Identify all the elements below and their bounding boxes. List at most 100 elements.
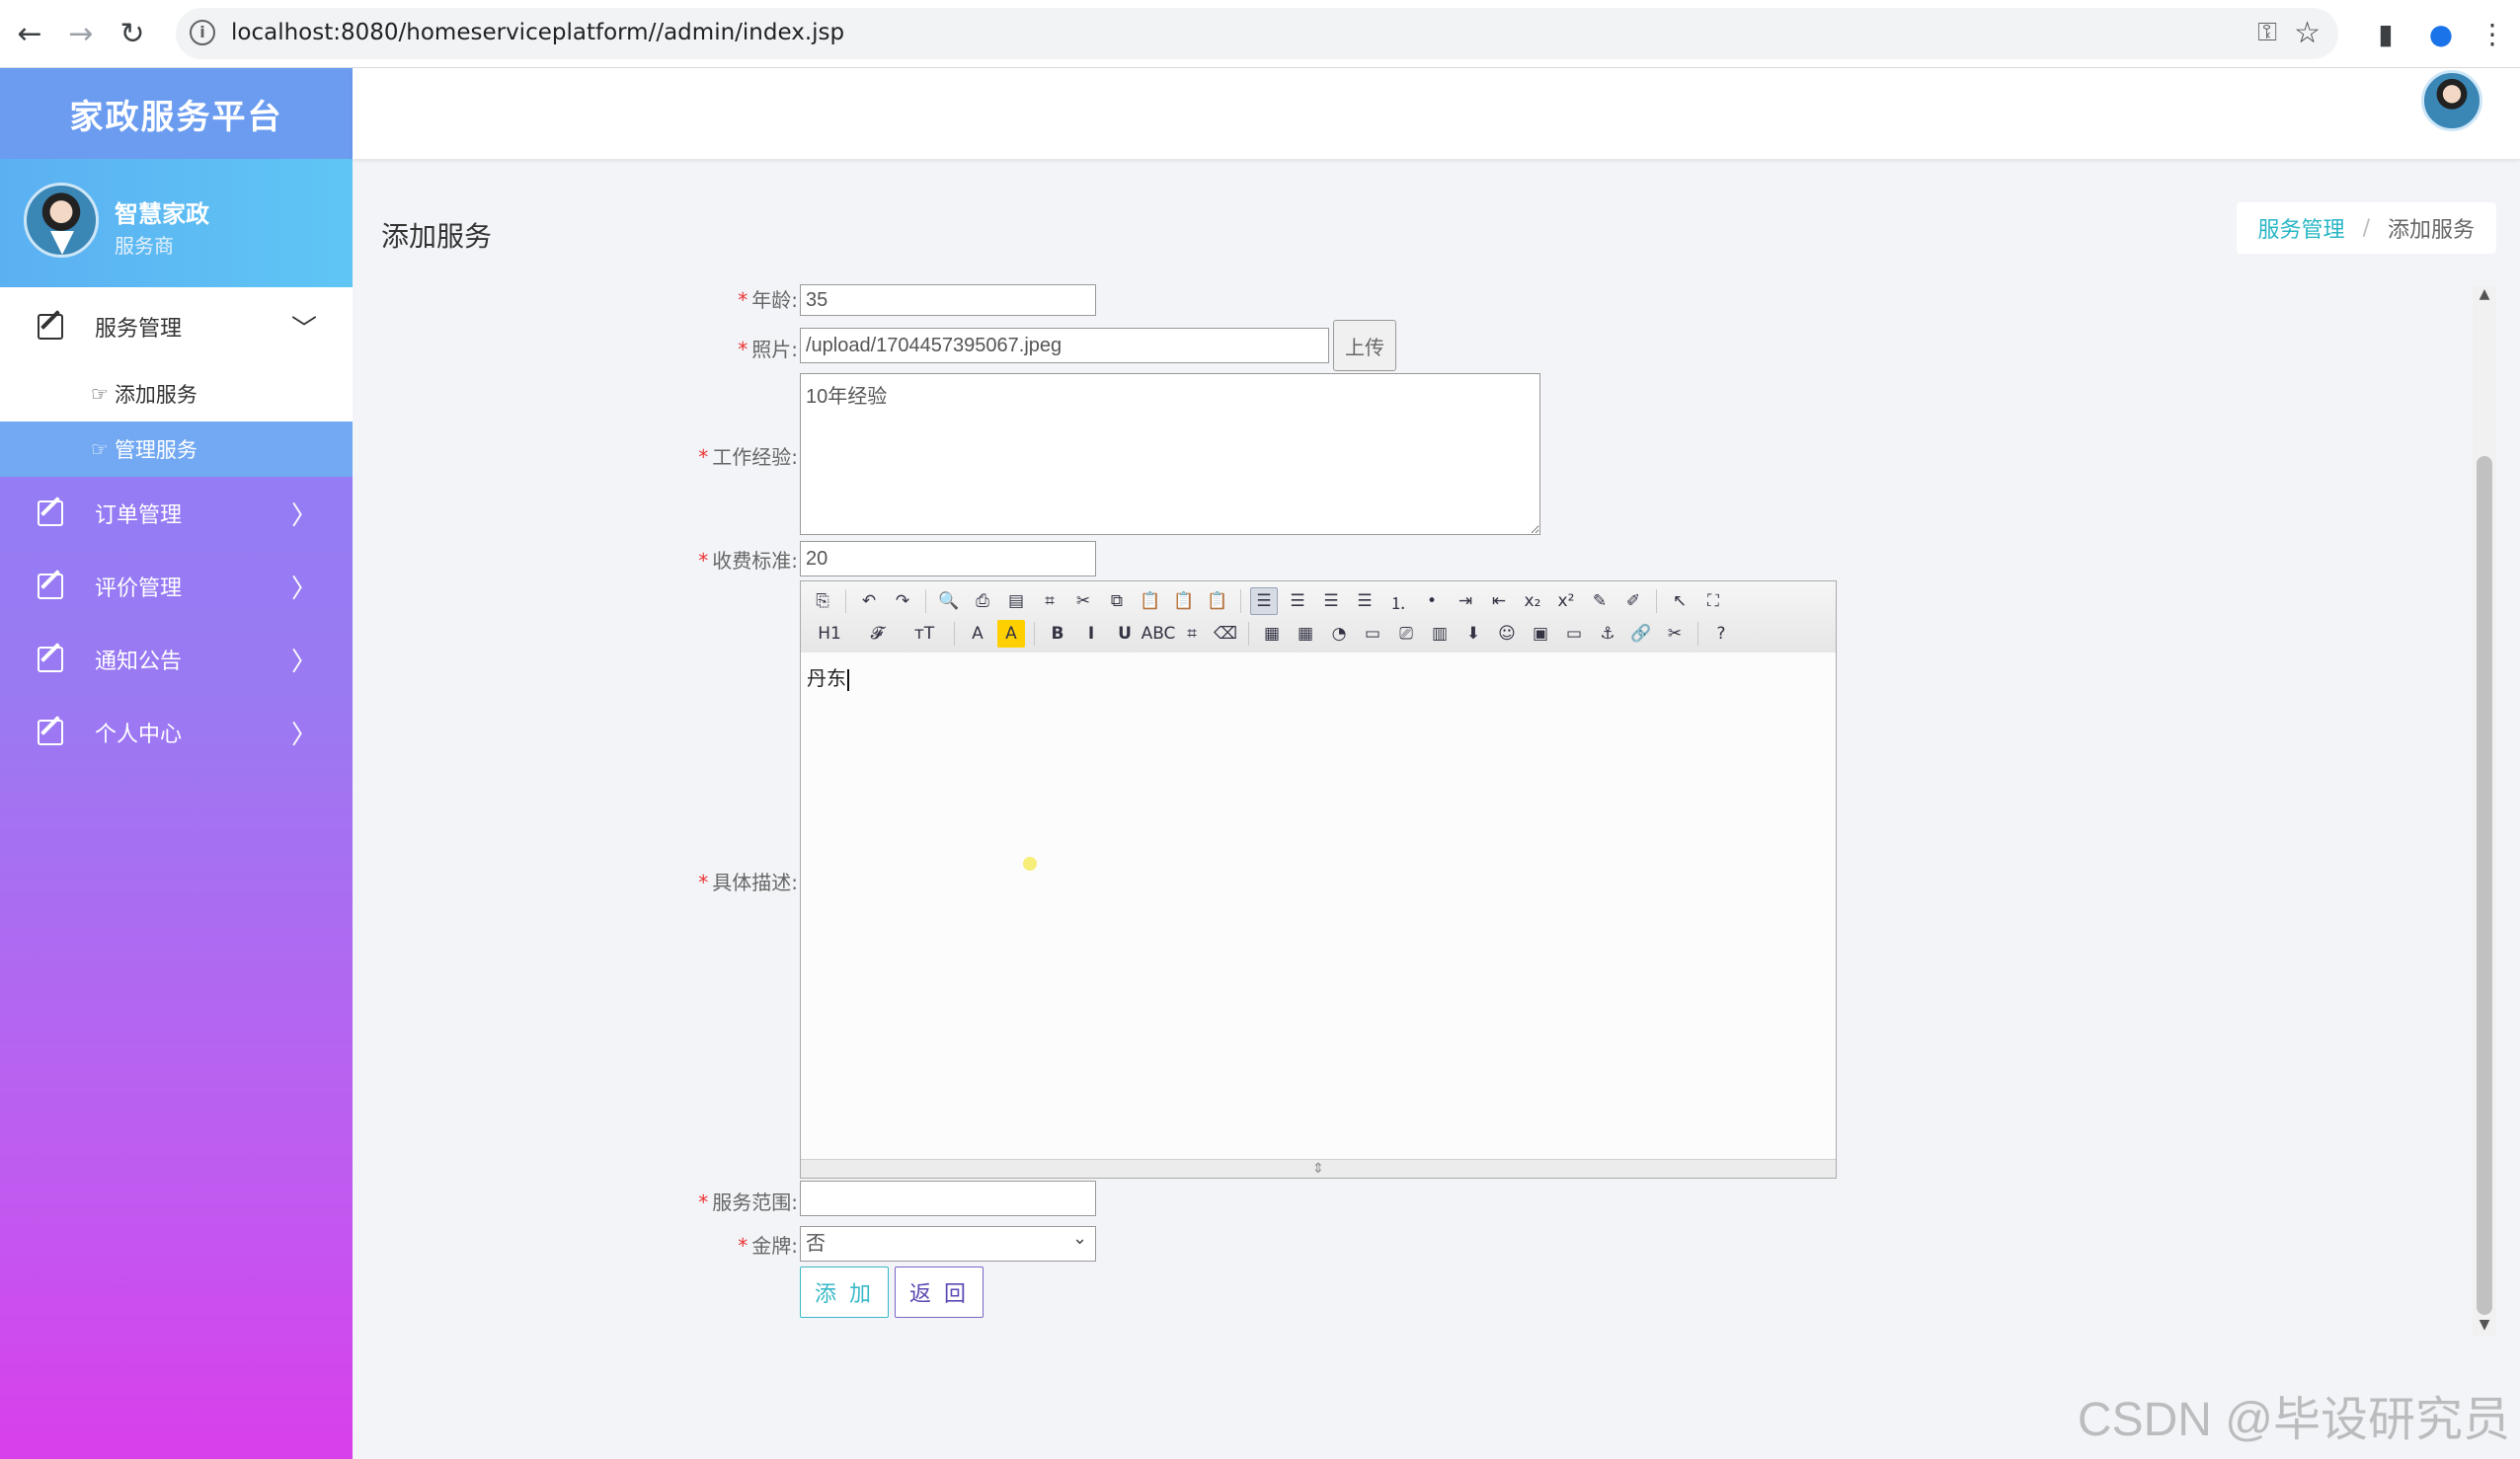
chevron-right-icon: 〉 bbox=[290, 720, 317, 750]
editor-tool-icon[interactable]: ☺ bbox=[1493, 620, 1521, 648]
sidebar-subitem-label: 管理服务 bbox=[114, 438, 197, 462]
sidebar-item-notices[interactable]: 通知公告 〉 bbox=[0, 623, 353, 696]
sidebar-subitem-manage-service[interactable]: ☞ 管理服务 bbox=[0, 422, 353, 477]
editor-tool-icon[interactable]: x₂ bbox=[1519, 587, 1546, 615]
sidebar-subitem-add-service[interactable]: ☞ 添加服务 bbox=[0, 366, 353, 422]
scrollbar-thumb[interactable] bbox=[2477, 456, 2492, 1315]
editor-tool-icon[interactable]: ⇤ bbox=[1485, 587, 1513, 615]
toolbar-separator bbox=[1034, 622, 1035, 646]
editor-tool-icon[interactable]: ▣ bbox=[1527, 620, 1554, 648]
gold-select[interactable]: 否 bbox=[800, 1226, 1096, 1262]
breadcrumb-separator: / bbox=[2362, 215, 2370, 241]
fee-input[interactable] bbox=[800, 541, 1096, 576]
editor-tool-icon[interactable]: U bbox=[1111, 620, 1139, 648]
side-panel-icon[interactable]: ▮ bbox=[2366, 14, 2405, 53]
scope-label: * 服务范围: bbox=[698, 1190, 798, 1214]
scope-input[interactable] bbox=[800, 1181, 1096, 1216]
editor-tool-icon[interactable]: 📋 bbox=[1204, 587, 1231, 615]
toolbar-separator bbox=[1248, 622, 1249, 646]
url-text[interactable]: localhost:8080/homeserviceplatform//admi… bbox=[231, 20, 844, 45]
back-button[interactable]: 返 回 bbox=[895, 1267, 984, 1318]
sidebar-item-reviews[interactable]: 评价管理 〉 bbox=[0, 550, 353, 623]
editor-tool-icon[interactable]: ▤ bbox=[1002, 587, 1030, 615]
header-avatar[interactable] bbox=[2421, 70, 2482, 131]
site-info-icon[interactable]: i bbox=[190, 20, 215, 45]
editor-tool-icon[interactable]: ▭ bbox=[1560, 620, 1588, 648]
sidebar-menu: 服务管理 ﹀ ☞ 添加服务 ☞ 管理服务 订单管理 〉 评价管理 〉 通知公告 … bbox=[0, 287, 353, 769]
upload-button[interactable]: 上传 bbox=[1333, 320, 1396, 371]
editor-tool-icon[interactable]: ⎘ bbox=[809, 587, 836, 615]
editor-tool-icon[interactable]: ⒈ bbox=[1384, 587, 1412, 615]
description-label: * 具体描述: bbox=[698, 871, 798, 894]
editor-tool-icon[interactable]: ⌫ bbox=[1212, 620, 1239, 648]
editor-tool-icon[interactable]: ✎ bbox=[1586, 587, 1614, 615]
profile-icon[interactable]: ● bbox=[2421, 14, 2461, 53]
editor-tool-icon[interactable]: ⌗ bbox=[1178, 620, 1206, 648]
experience-textarea[interactable]: 10年经验 bbox=[800, 373, 1540, 535]
editor-tool-icon[interactable]: H1 bbox=[809, 620, 850, 648]
editor-tool-icon[interactable]: ↷ bbox=[889, 587, 916, 615]
editor-tool-icon[interactable]: ? bbox=[1707, 620, 1735, 648]
editor-tool-icon[interactable]: ⚓ bbox=[1594, 620, 1621, 648]
editor-tool-icon[interactable]: x² bbox=[1552, 587, 1580, 615]
sidebar-item-profile[interactable]: 个人中心 〉 bbox=[0, 696, 353, 769]
editor-content[interactable]: 丹东 bbox=[801, 653, 1836, 1160]
address-bar[interactable]: i localhost:8080/homeserviceplatform//ad… bbox=[176, 8, 2338, 59]
more-menu-icon[interactable]: ⋮ bbox=[2473, 14, 2512, 53]
editor-tool-icon[interactable]: A bbox=[964, 620, 991, 648]
editor-tool-icon[interactable]: 🔍 bbox=[935, 587, 963, 615]
chevron-down-icon: ﹀ bbox=[290, 314, 317, 345]
editor-tool-icon[interactable]: B bbox=[1044, 620, 1071, 648]
editor-tool-icon[interactable]: 📋 bbox=[1137, 587, 1164, 615]
scroll-down-icon[interactable]: ▼ bbox=[2475, 1317, 2494, 1337]
age-input[interactable] bbox=[800, 284, 1096, 316]
editor-tool-icon[interactable]: 𝓕 bbox=[856, 620, 898, 648]
editor-tool-icon[interactable]: • bbox=[1418, 587, 1446, 615]
scroll-up-icon[interactable]: ▲ bbox=[2475, 286, 2494, 306]
editor-tool-icon[interactable]: ▭ bbox=[1359, 620, 1386, 648]
editor-tool-icon[interactable]: ⛶ bbox=[1699, 587, 1727, 615]
editor-tool-icon[interactable]: ☰ bbox=[1317, 587, 1345, 615]
edit-icon bbox=[38, 647, 63, 672]
editor-tool-icon[interactable]: ⎙ bbox=[969, 587, 996, 615]
editor-tool-icon[interactable]: ✐ bbox=[1619, 587, 1647, 615]
editor-tool-icon[interactable]: ✂ bbox=[1069, 587, 1097, 615]
editor-toolbar: ⎘ ↶ ↷ 🔍 ⎙ ▤ ⌗ ✂ ⧉ 📋 📋 📋 ☰ ☰ ☰ ☰ ⒈ • ⇥ ⇤ x₂ x² ✎ ✐ ↖ ⛶ H1 𝓕тT A A B I U A… bbox=[801, 581, 1836, 653]
editor-tool-icon[interactable]: A bbox=[997, 620, 1025, 648]
editor-tool-icon[interactable]: ▦ bbox=[1292, 620, 1319, 648]
editor-tool-icon[interactable]: ☰ bbox=[1284, 587, 1311, 615]
editor-tool-icon[interactable]: ⬇ bbox=[1459, 620, 1487, 648]
forward-icon[interactable]: → bbox=[61, 14, 101, 53]
editor-tool-icon[interactable]: ↶ bbox=[855, 587, 883, 615]
rich-text-editor[interactable]: ⎘ ↶ ↷ 🔍 ⎙ ▤ ⌗ ✂ ⧉ 📋 📋 📋 ☰ ☰ ☰ ☰ ⒈ • ⇥ ⇤ x₂ x² ✎ ✐ ↖ ⛶ H1 𝓕тT A A B I U A… bbox=[800, 580, 1837, 1179]
editor-tool-icon[interactable]: 🔗 bbox=[1627, 620, 1655, 648]
editor-tool-icon[interactable]: ☰ bbox=[1351, 587, 1378, 615]
editor-tool-icon[interactable]: тT bbox=[904, 620, 945, 648]
editor-tool-icon[interactable]: ▥ bbox=[1426, 620, 1454, 648]
back-icon[interactable]: ← bbox=[10, 14, 49, 53]
fee-label: * 收费标准: bbox=[698, 549, 798, 573]
sidebar-item-orders[interactable]: 订单管理 〉 bbox=[0, 477, 353, 550]
editor-tool-icon[interactable]: ↖ bbox=[1666, 587, 1693, 615]
editor-tool-icon[interactable]: ABC bbox=[1142, 620, 1176, 648]
bookmark-star-icon[interactable]: ☆ bbox=[2294, 16, 2321, 50]
add-button[interactable]: 添 加 bbox=[800, 1267, 889, 1318]
photo-label: * 照片: bbox=[738, 338, 798, 361]
photo-input[interactable] bbox=[800, 328, 1329, 363]
editor-tool-icon[interactable]: ✂ bbox=[1661, 620, 1689, 648]
editor-tool-icon[interactable]: 📋 bbox=[1170, 587, 1198, 615]
editor-tool-icon[interactable]: ☰ bbox=[1250, 587, 1278, 615]
sidebar-item-service[interactable]: 服务管理 ﹀ bbox=[0, 287, 353, 366]
editor-tool-icon[interactable]: ⧉ bbox=[1103, 587, 1131, 615]
breadcrumb-parent[interactable]: 服务管理 bbox=[2258, 212, 2345, 244]
editor-tool-icon[interactable]: ◔ bbox=[1325, 620, 1353, 648]
sidebar-item-label: 评价管理 bbox=[95, 576, 183, 601]
reload-icon[interactable]: ↻ bbox=[113, 14, 152, 53]
editor-tool-icon[interactable]: I bbox=[1077, 620, 1105, 648]
key-icon[interactable]: ⚿ bbox=[2257, 18, 2277, 48]
editor-tool-icon[interactable]: ⇥ bbox=[1452, 587, 1479, 615]
editor-resize-bar[interactable]: ⇕ bbox=[801, 1159, 1836, 1178]
editor-tool-icon[interactable]: ▦ bbox=[1258, 620, 1286, 648]
editor-tool-icon[interactable]: ⌗ bbox=[1036, 587, 1063, 615]
editor-tool-icon[interactable]: ⎚ bbox=[1392, 620, 1420, 648]
